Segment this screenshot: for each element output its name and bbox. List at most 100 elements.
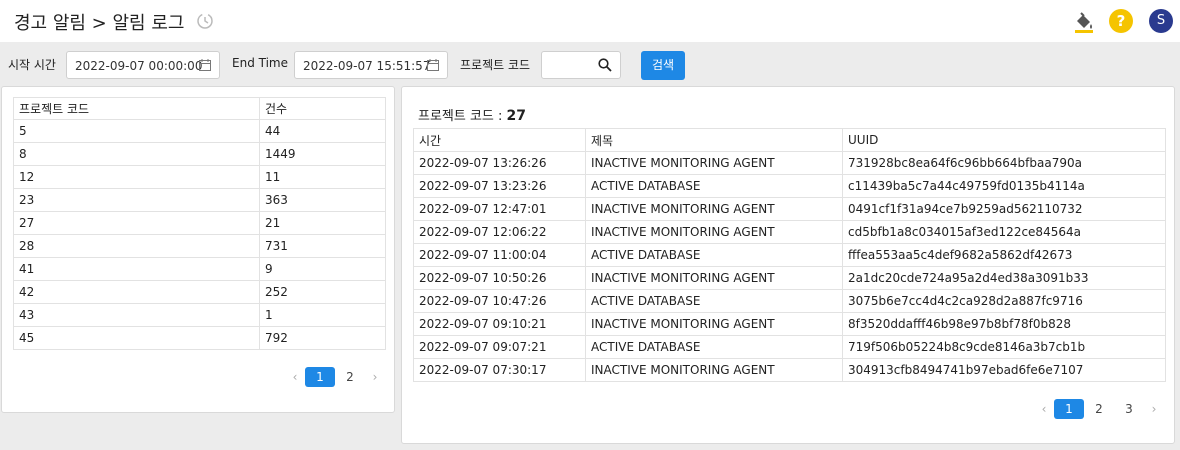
- project-code-input[interactable]: [541, 51, 621, 79]
- page-button[interactable]: 3: [1114, 399, 1144, 419]
- table-cell: 8f3520ddafff46b98e97b8bf78f0b828: [842, 312, 1166, 336]
- table-row[interactable]: 12 11: [13, 165, 386, 189]
- column-header[interactable]: 프로젝트 코드: [13, 97, 260, 120]
- table-row[interactable]: 28 731: [13, 234, 386, 258]
- table-cell: c11439ba5c7a44c49759fd0135b4114a: [842, 174, 1166, 198]
- table-cell: 23: [13, 188, 260, 212]
- detail-table: 시간 제목 UUID 2022-09-07 13:26:26 INACTIVE MON…: [413, 128, 1166, 382]
- table-cell: cd5bfb1a8c034015af3ed122ce84564a: [842, 220, 1166, 244]
- table-header-row: 프로젝트 코드 건수: [13, 97, 386, 120]
- chevron-right-icon[interactable]: ›: [365, 370, 385, 384]
- project-code-label: 프로젝트 코드: [460, 58, 531, 72]
- table-cell: ACTIVE DATABASE: [585, 243, 843, 267]
- table-cell: 28: [13, 234, 260, 258]
- table-cell: 363: [259, 188, 386, 212]
- detail-title: 프로젝트 코드 : 27: [418, 105, 526, 124]
- avatar[interactable]: S: [1149, 9, 1173, 33]
- table-row[interactable]: 2022-09-07 13:26:26 INACTIVE MONITORING A…: [413, 151, 1166, 175]
- table-cell: 2022-09-07 10:50:26: [413, 266, 586, 290]
- table-cell: INACTIVE MONITORING AGENT: [585, 151, 843, 175]
- chevron-left-icon[interactable]: ‹: [1034, 402, 1054, 416]
- chevron-left-icon[interactable]: ‹: [285, 370, 305, 384]
- search-button[interactable]: 검색: [641, 51, 685, 80]
- column-header[interactable]: UUID: [842, 128, 1166, 152]
- table-cell: 5: [13, 119, 260, 143]
- column-header[interactable]: 건수: [259, 97, 386, 120]
- table-cell: fffea553aa5c4def9682a5862df42673: [842, 243, 1166, 267]
- table-cell: INACTIVE MONITORING AGENT: [585, 266, 843, 290]
- table-cell: 2a1dc20cde724a95a2d4ed38a3091b33: [842, 266, 1166, 290]
- table-header-row: 시간 제목 UUID: [413, 128, 1166, 152]
- table-row[interactable]: 27 21: [13, 211, 386, 235]
- table-cell: 2022-09-07 13:23:26: [413, 174, 586, 198]
- table-cell: 2022-09-07 09:10:21: [413, 312, 586, 336]
- page-button[interactable]: 2: [335, 367, 365, 387]
- history-icon[interactable]: [196, 12, 214, 30]
- start-time-input[interactable]: 2022-09-07 00:00:00: [66, 51, 220, 79]
- table-row[interactable]: 42 252: [13, 280, 386, 304]
- start-time-value: 2022-09-07 00:00:00: [75, 59, 203, 73]
- table-cell: 42: [13, 280, 260, 304]
- chevron-right-icon[interactable]: ›: [1144, 402, 1164, 416]
- table-cell: ACTIVE DATABASE: [585, 335, 843, 359]
- table-cell: 1: [259, 303, 386, 327]
- summary-panel: 프로젝트 코드 건수 5 44 8 1449 12 11 23 363 27 21 28 731 41 9 4…: [1, 86, 395, 413]
- table-cell: INACTIVE MONITORING AGENT: [585, 197, 843, 221]
- table-cell: 2022-09-07 12:06:22: [413, 220, 586, 244]
- table-cell: 1449: [259, 142, 386, 166]
- table-cell: 21: [259, 211, 386, 235]
- table-row[interactable]: 2022-09-07 13:23:26 ACTIVE DATABASE c11439…: [413, 174, 1166, 198]
- table-cell: 44: [259, 119, 386, 143]
- table-cell: 304913cfb8494741b97ebad6fe6e7107: [842, 358, 1166, 382]
- table-row[interactable]: 45 792: [13, 326, 386, 350]
- search-icon[interactable]: [598, 58, 612, 72]
- start-time-label: 시작 시간: [8, 58, 56, 72]
- column-header[interactable]: 제목: [585, 128, 843, 152]
- table-cell: 792: [259, 326, 386, 350]
- table-cell: 2022-09-07 07:30:17: [413, 358, 586, 382]
- page-button[interactable]: 1: [1054, 399, 1084, 419]
- table-cell: 45: [13, 326, 260, 350]
- top-bar: 경고 알림 > 알림 로그 ? S: [0, 0, 1180, 42]
- table-cell: 11: [259, 165, 386, 189]
- table-row[interactable]: 43 1: [13, 303, 386, 327]
- table-row[interactable]: 41 9: [13, 257, 386, 281]
- table-cell: 9: [259, 257, 386, 281]
- page-button[interactable]: 1: [305, 367, 335, 387]
- detail-title-label: 프로젝트 코드 :: [418, 109, 503, 124]
- page-button[interactable]: 2: [1084, 399, 1114, 419]
- calendar-icon: [199, 59, 211, 71]
- table-row[interactable]: 2022-09-07 07:30:17 INACTIVE MONITORING A…: [413, 358, 1166, 382]
- table-cell: INACTIVE MONITORING AGENT: [585, 220, 843, 244]
- table-row[interactable]: 2022-09-07 10:50:26 INACTIVE MONITORING A…: [413, 266, 1166, 290]
- table-row[interactable]: 23 363: [13, 188, 386, 212]
- table-row[interactable]: 2022-09-07 12:47:01 INACTIVE MONITORING A…: [413, 197, 1166, 221]
- help-icon[interactable]: ?: [1109, 9, 1133, 33]
- table-cell: 252: [259, 280, 386, 304]
- table-row[interactable]: 5 44: [13, 119, 386, 143]
- table-row[interactable]: 8 1449: [13, 142, 386, 166]
- table-cell: 12: [13, 165, 260, 189]
- detail-panel: 프로젝트 코드 : 27 시간 제목 UUID 2022-09-07 13:26:2…: [401, 86, 1175, 444]
- table-cell: 731: [259, 234, 386, 258]
- table-row[interactable]: 2022-09-07 12:06:22 INACTIVE MONITORING A…: [413, 220, 1166, 244]
- summary-table: 프로젝트 코드 건수 5 44 8 1449 12 11 23 363 27 21 28 731 41 9 4…: [13, 97, 386, 350]
- table-cell: 3075b6e7cc4d4c2ca928d2a887fc9716: [842, 289, 1166, 313]
- table-row[interactable]: 2022-09-07 09:07:21 ACTIVE DATABASE 719f50…: [413, 335, 1166, 359]
- table-cell: INACTIVE MONITORING AGENT: [585, 312, 843, 336]
- table-row[interactable]: 2022-09-07 10:47:26 ACTIVE DATABASE 3075b6…: [413, 289, 1166, 313]
- table-cell: 2022-09-07 13:26:26: [413, 151, 586, 175]
- table-cell: 2022-09-07 11:00:04: [413, 243, 586, 267]
- filter-bar: 시작 시간 2022-09-07 00:00:00 End Time 2022-…: [0, 42, 1180, 86]
- table-cell: 43: [13, 303, 260, 327]
- paint-bucket-icon[interactable]: [1073, 11, 1095, 33]
- end-time-label: End Time: [232, 56, 288, 70]
- table-row[interactable]: 2022-09-07 11:00:04 ACTIVE DATABASE fffea5…: [413, 243, 1166, 267]
- column-header[interactable]: 시간: [413, 128, 586, 152]
- end-time-input[interactable]: 2022-09-07 15:51:57: [294, 51, 448, 79]
- table-cell: 719f506b05224b8c9cde8146a3b7cb1b: [842, 335, 1166, 359]
- table-row[interactable]: 2022-09-07 09:10:21 INACTIVE MONITORING A…: [413, 312, 1166, 336]
- table-cell: 2022-09-07 09:07:21: [413, 335, 586, 359]
- summary-pagination: ‹ 1 2 ›: [285, 367, 385, 387]
- table-cell: 8: [13, 142, 260, 166]
